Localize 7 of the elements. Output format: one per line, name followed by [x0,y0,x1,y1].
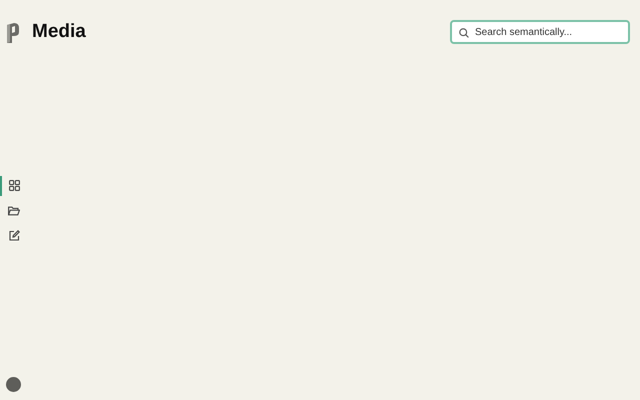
logo-icon [6,22,20,44]
page-title: Media [32,21,86,43]
edit-icon [8,230,20,241]
search-field[interactable]: Search semantically... [450,20,630,44]
grid-icon [8,180,20,191]
folder-icon [8,206,20,216]
avatar[interactable] [6,377,20,392]
